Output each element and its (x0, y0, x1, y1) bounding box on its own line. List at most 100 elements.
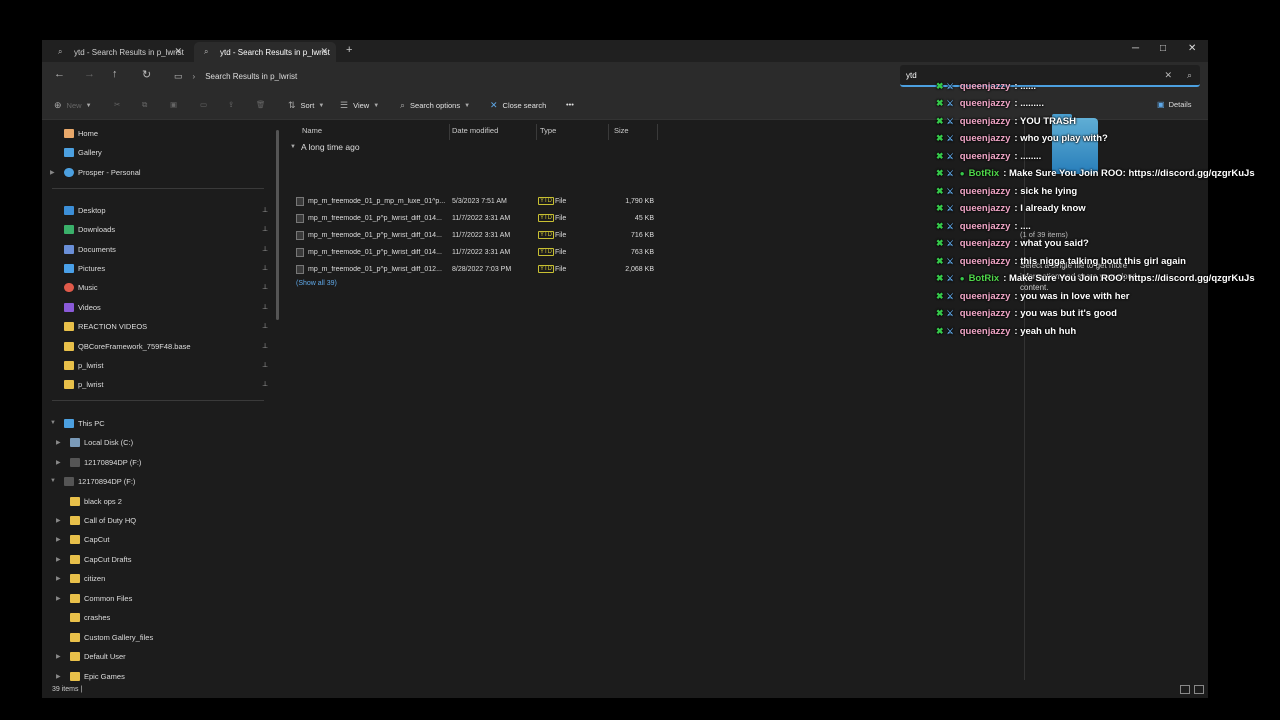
show-all-link[interactable]: (Show all 39) (296, 280, 337, 287)
close-search-button[interactable]: ✕ Close search (490, 100, 546, 111)
sidebar-item-local-disk[interactable]: ▶ Local Disk (C:) (42, 433, 272, 451)
column-header-name[interactable]: Name (302, 126, 322, 140)
pin-icon[interactable]: ⊥ (262, 361, 268, 369)
view-button[interactable]: ☰ View ▼ (340, 100, 379, 111)
forward-button[interactable]: → (84, 68, 95, 80)
chevron-right-icon[interactable]: ▶ (56, 439, 61, 446)
column-separator[interactable] (536, 124, 537, 140)
pin-icon[interactable]: ⊥ (262, 245, 268, 253)
chevron-right-icon[interactable]: ▶ (56, 595, 61, 602)
column-separator[interactable] (449, 124, 450, 140)
chevron-down-icon[interactable]: ▼ (50, 478, 56, 484)
more-options-icon[interactable]: ••• (566, 100, 574, 109)
sidebar-item-music[interactable]: Music ⊥ (42, 278, 272, 296)
new-tab-button[interactable]: + (346, 44, 352, 56)
sidebar-item-home[interactable]: Home (42, 124, 272, 142)
sidebar-scrollbar[interactable] (276, 130, 279, 320)
up-button[interactable]: ↑ (112, 68, 118, 80)
sidebar-item-gallery[interactable]: Gallery (42, 143, 272, 161)
table-row[interactable]: mp_m_freemode_01_p^p_lwrist_diff_012... … (294, 262, 656, 278)
divider (52, 188, 264, 189)
pin-icon[interactable]: ⊥ (262, 264, 268, 272)
sort-label: Sort (300, 101, 315, 110)
chevron-right-icon[interactable]: ▶ (56, 517, 61, 524)
share-icon[interactable]: ⇪ (228, 100, 234, 109)
tab-search-results-1[interactable]: ⌕ ytd - Search Results in p_lwrist ✕ (48, 42, 190, 62)
sidebar-item-documents[interactable]: Documents ⊥ (42, 240, 272, 258)
breadcrumb[interactable]: ▭ › Search Results in p_lwrist (170, 66, 890, 86)
group-header[interactable]: ▼ A long time ago (290, 142, 360, 152)
sidebar-item-onedrive[interactable]: ▶ Prosper - Personal (42, 163, 272, 181)
new-button[interactable]: ⊕ New ▼ (54, 100, 92, 111)
minimize-button[interactable]: ─ (1132, 43, 1139, 54)
cut-icon[interactable]: ✂ (114, 100, 120, 109)
chevron-right-icon[interactable]: ▶ (56, 536, 61, 543)
chevron-right-icon[interactable]: ▶ (56, 673, 61, 680)
breadcrumb-path[interactable]: Search Results in p_lwrist (205, 72, 297, 81)
sidebar-item-pictures[interactable]: Pictures ⊥ (42, 259, 272, 277)
chevron-right-icon[interactable]: ▶ (56, 556, 61, 563)
close-window-button[interactable]: ✕ (1188, 43, 1196, 54)
back-button[interactable]: ← (54, 68, 65, 80)
chevron-right-icon[interactable]: ▶ (56, 459, 61, 466)
sidebar-item-qbcore[interactable]: QBCoreFramework_759F48.base ⊥ (42, 337, 272, 355)
chevron-right-icon[interactable]: ▶ (50, 169, 55, 176)
sidebar-folder[interactable]: ▶ CapCut (42, 530, 272, 548)
tab-search-results-2[interactable]: ⌕ ytd - Search Results in p_lwrist ✕ (194, 42, 336, 62)
search-icon: ⌕ (400, 100, 406, 110)
column-separator[interactable] (657, 124, 658, 140)
sidebar-folder[interactable]: Custom Gallery_files (42, 628, 272, 646)
table-row[interactable]: mp_m_freemode_01_p^p_lwrist_diff_014... … (294, 245, 656, 261)
rename-icon[interactable]: ▭ (200, 100, 207, 109)
column-separator[interactable] (608, 124, 609, 140)
sidebar-item-videos[interactable]: Videos ⊥ (42, 298, 272, 316)
large-icons-view-icon[interactable] (1194, 685, 1204, 694)
pin-icon[interactable]: ⊥ (262, 303, 268, 311)
sidebar-folder[interactable]: ▶ CapCut Drafts (42, 550, 272, 568)
verified-badge-icon: ● (959, 169, 965, 178)
copy-icon[interactable]: ⧉ (142, 100, 147, 110)
sort-button[interactable]: ⇅ Sort ▼ (288, 100, 324, 111)
cloud-icon (64, 167, 74, 177)
maximize-button[interactable]: □ (1160, 43, 1166, 54)
sidebar-item-p-lwrist-2[interactable]: p_lwrist ⊥ (42, 375, 272, 393)
refresh-button[interactable]: ↻ (142, 68, 151, 81)
sidebar-folder[interactable]: crashes (42, 608, 272, 626)
details-view-icon[interactable] (1180, 685, 1190, 694)
delete-icon[interactable]: 🗑 (256, 100, 266, 109)
column-header-size[interactable]: Size (614, 126, 629, 140)
table-row[interactable]: mp_m_freemode_01_p^p_lwrist_diff_014... … (294, 228, 656, 244)
sidebar-folder[interactable]: ▶ Default User (42, 647, 272, 665)
pin-icon[interactable]: ⊥ (262, 206, 268, 214)
chevron-right-icon[interactable]: ▶ (56, 653, 61, 660)
table-row[interactable]: mp_m_freemode_01_p_mp_m_luxe_01^p... 5/3… (294, 194, 656, 210)
chevron-down-icon[interactable]: ▼ (50, 420, 56, 426)
sidebar-folder[interactable]: ▶ Common Files (42, 589, 272, 607)
sword-badge-icon: ⚔ (946, 274, 954, 283)
sidebar-folder[interactable]: ▶ citizen (42, 569, 272, 587)
search-options-button[interactable]: ⌕ Search options ▼ (400, 100, 470, 111)
sidebar-folder[interactable]: ▶ Call of Duty HQ (42, 511, 272, 529)
sidebar-folder[interactable]: black ops 2 (42, 492, 272, 510)
chevron-right-icon[interactable]: ▶ (56, 575, 61, 582)
sidebar-item-desktop[interactable]: Desktop ⊥ (42, 201, 272, 219)
close-tab-icon[interactable]: ✕ (320, 46, 328, 57)
sidebar-item-downloads[interactable]: Downloads ⊥ (42, 220, 272, 238)
pin-icon[interactable]: ⊥ (262, 283, 268, 291)
sidebar-item-reaction-videos[interactable]: REACTION VIDEOS ⊥ (42, 317, 272, 335)
sidebar-item-drive-f-expanded[interactable]: ▼ 12170894DP (F:) (42, 472, 272, 490)
pin-icon[interactable]: ⊥ (262, 380, 268, 388)
pin-icon[interactable]: ⊥ (262, 322, 268, 330)
column-header-date[interactable]: Date modified (452, 126, 498, 140)
sidebar-item-p-lwrist[interactable]: p_lwrist ⊥ (42, 356, 272, 374)
sword-badge-icon: ⚔ (946, 187, 954, 196)
table-row[interactable]: mp_m_freemode_01_p^p_lwrist_diff_014... … (294, 211, 656, 227)
pin-icon[interactable]: ⊥ (262, 342, 268, 350)
sidebar-item-drive-f[interactable]: ▶ 12170894DP (F:) (42, 453, 272, 471)
pin-icon[interactable]: ⊥ (262, 225, 268, 233)
close-tab-icon[interactable]: ✕ (174, 46, 182, 57)
paste-icon[interactable]: ▣ (170, 100, 177, 109)
column-header-type[interactable]: Type (540, 126, 556, 140)
sword-badge-icon: ⚔ (946, 257, 954, 266)
sidebar-item-this-pc[interactable]: ▼ This PC (42, 414, 272, 432)
